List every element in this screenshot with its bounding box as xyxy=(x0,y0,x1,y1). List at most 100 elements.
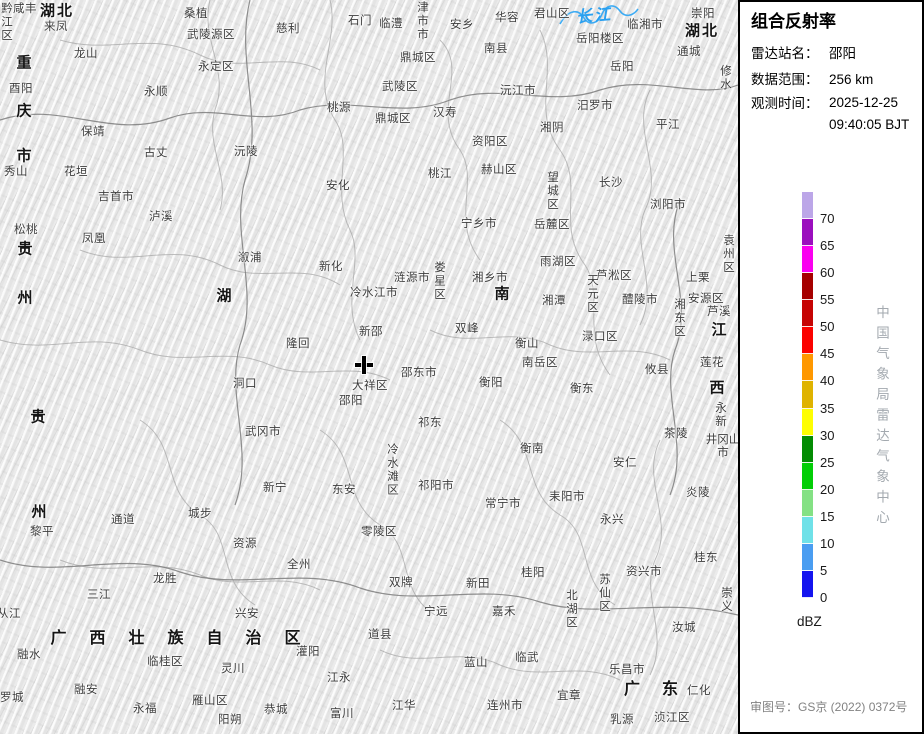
legend-segment xyxy=(802,300,813,327)
legend-segment xyxy=(802,192,813,219)
map-label: 莲花 xyxy=(700,354,724,370)
map-label: 鼎城区 xyxy=(375,110,411,126)
map-label: 南岳区 xyxy=(522,354,558,370)
map-label: 贵 xyxy=(17,238,34,259)
map-label: 鼎城区 xyxy=(400,49,436,65)
legend-tick: 0 xyxy=(820,590,827,605)
map-label: 醴陵市 xyxy=(622,291,658,307)
legend-tick: 45 xyxy=(820,346,834,361)
legend-segment xyxy=(802,327,813,354)
time-value-date: 2025-12-25 xyxy=(829,95,898,110)
map-label: 州 xyxy=(31,501,48,522)
map-label: 资阳区 xyxy=(472,133,508,149)
map-label: 湖北 xyxy=(40,0,74,21)
legend-tick: 30 xyxy=(820,427,834,442)
map-label: 浏阳市 xyxy=(650,196,686,212)
map-label: 凤凰 xyxy=(82,230,106,246)
map-label: 松桃 xyxy=(14,221,38,237)
map-label: 泸溪 xyxy=(149,208,173,224)
map-label: 耒阳市 xyxy=(549,488,585,504)
map-label: 永定区 xyxy=(198,58,234,74)
map-label: 攸县 xyxy=(645,361,669,377)
map-label: 市 xyxy=(16,145,33,166)
map-label: 江永 xyxy=(327,669,351,685)
map-label: 隆回 xyxy=(286,335,310,351)
legend-segment xyxy=(802,544,813,571)
map-label: 乳源 xyxy=(610,711,634,727)
map-label: 衡阳 xyxy=(479,374,503,390)
legend-tick: 40 xyxy=(820,373,834,388)
map-label: 涟源市 xyxy=(394,269,430,285)
map-label: 临湘市 xyxy=(627,16,663,32)
range-row: 数据范围：256 km xyxy=(751,68,873,88)
legend-tick: 65 xyxy=(820,238,834,253)
map-label: 双峰 xyxy=(455,320,479,336)
map-label: 君山区 xyxy=(534,5,570,21)
map-label: 平江 xyxy=(656,116,680,132)
map-label: 临桂区 xyxy=(147,653,183,669)
map-label: 北湖区 xyxy=(563,589,579,630)
radar-station-marker xyxy=(355,356,373,374)
map-label: 嘉禾 xyxy=(492,603,516,619)
legend-tick: 20 xyxy=(820,481,834,496)
map-label: 阳朔 xyxy=(218,711,242,727)
map-label: 邵阳 xyxy=(339,392,363,408)
map-label: 武冈市 xyxy=(245,423,281,439)
map-label: 雨湖区 xyxy=(540,253,576,269)
legend-tick: 60 xyxy=(820,265,834,280)
map-label: 安化 xyxy=(326,177,350,193)
station-value: 邵阳 xyxy=(829,46,856,61)
map-label: 罗城 xyxy=(0,689,24,705)
map-label: 湘潭 xyxy=(542,292,566,308)
map-approval-number: 审图号：GS京 (2022) 0372号 xyxy=(750,698,907,715)
map-label: 广西壮族自治区 xyxy=(50,624,323,648)
legend-tick: 25 xyxy=(820,454,834,469)
map-label: 天元区 xyxy=(584,274,600,315)
legend-segment xyxy=(802,517,813,544)
map-label: 永兴 xyxy=(600,511,624,527)
map-label: 临澧 xyxy=(379,15,403,31)
map-label: 溆浦 xyxy=(238,249,262,265)
map-label: 恭城 xyxy=(264,701,288,717)
map-label: 祁东 xyxy=(418,414,442,430)
map-label: 衡南 xyxy=(520,440,544,456)
map-label: 桂阳 xyxy=(521,564,545,580)
map-label: 重 xyxy=(16,52,33,73)
map-label: 湖北 xyxy=(685,20,719,41)
legend-segment xyxy=(802,436,813,463)
legend-tick: 50 xyxy=(820,319,834,334)
product-title: 组合反射率 xyxy=(751,7,836,32)
map-label: 炎陵 xyxy=(686,484,710,500)
map-canvas[interactable]: 长江 咸丰来凤桑植武陵源区龙山永定区酉阳永顺保靖古丈沅陵秀山花垣吉首市泸溪松桃凤… xyxy=(0,0,738,734)
map-label: 安乡 xyxy=(450,16,474,32)
map-label: 三江 xyxy=(87,586,111,602)
map-label: 娄星区 xyxy=(431,261,447,302)
map-label: 渌口区 xyxy=(582,328,618,344)
map-label: 桃源 xyxy=(327,99,351,115)
legend-segment xyxy=(802,273,813,300)
map-label: 通道 xyxy=(111,511,135,527)
map-label: 芦淞区 xyxy=(596,267,632,283)
legend-segment xyxy=(802,354,813,381)
map-label: 黎平 xyxy=(30,523,54,539)
map-label: 湖 xyxy=(216,285,233,306)
map-label: 邵东市 xyxy=(401,364,437,380)
map-label: 上栗 xyxy=(686,269,710,285)
map-label: 连州市 xyxy=(487,697,523,713)
map-label: 望城区 xyxy=(544,171,560,212)
map-label: 石门 xyxy=(348,12,372,28)
map-label: 双牌 xyxy=(389,574,413,590)
map-label: 祁阳市 xyxy=(418,477,454,493)
map-label: 芦溪 xyxy=(707,303,731,319)
station-row: 雷达站名：邵阳 xyxy=(751,42,856,62)
map-label: 咸丰 xyxy=(13,0,37,16)
map-label: 汨罗市 xyxy=(577,97,613,113)
map-label: 融安 xyxy=(74,681,98,697)
map-label: 吉首市 xyxy=(98,188,134,204)
map-label: 苏仙区 xyxy=(596,573,612,614)
map-label: 新宁 xyxy=(263,479,287,495)
agency-watermark: 中国气象局雷达气象中心 xyxy=(871,305,891,531)
map-label: 湘阴 xyxy=(540,119,564,135)
time-label: 观测时间： xyxy=(751,92,829,112)
map-label: 常宁市 xyxy=(485,495,521,511)
